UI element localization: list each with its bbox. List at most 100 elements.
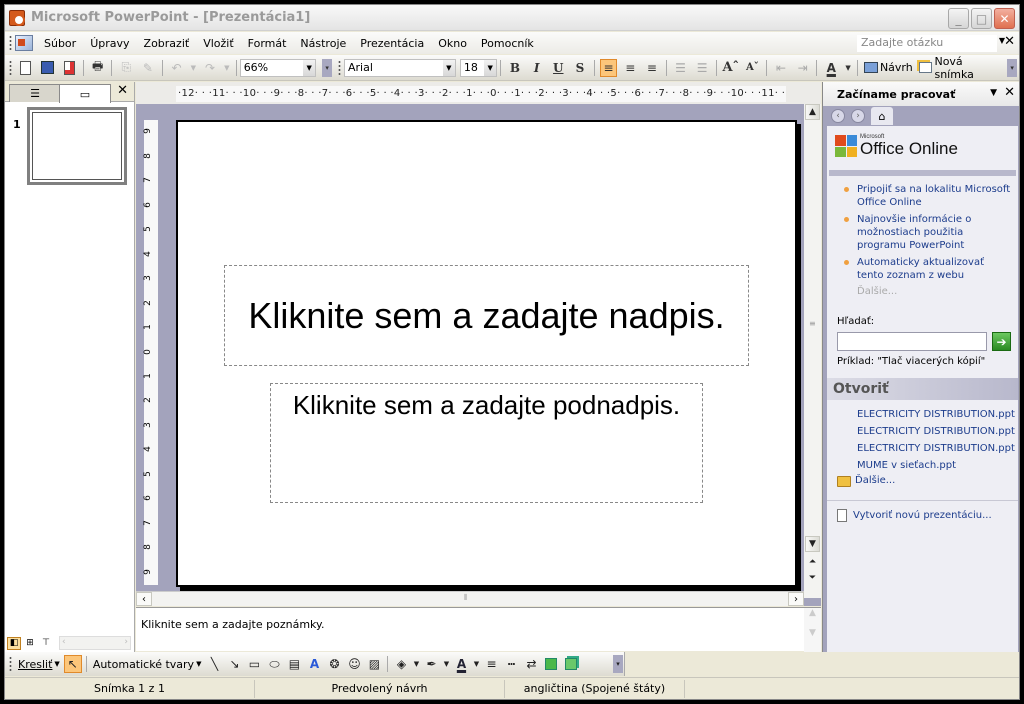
search-go-button[interactable]: ➔ — [992, 332, 1011, 351]
toolbar-grip[interactable] — [9, 35, 12, 51]
font-combo[interactable]: Arial ▼ — [343, 58, 456, 77]
select-objects-icon[interactable]: ↖ — [63, 655, 82, 673]
scroll-thumb-grip-icon[interactable]: ≡ — [809, 319, 816, 328]
align-center-icon[interactable]: ≡ — [621, 59, 639, 77]
increase-indent-icon[interactable]: ⇥ — [794, 59, 812, 77]
font-size-combo[interactable]: 18 ▼ — [459, 58, 498, 77]
scroll-right-button[interactable]: › — [788, 592, 804, 606]
scroll-left-button[interactable]: ‹ — [136, 592, 152, 606]
recent-file-item[interactable]: ELECTRICITY DISTRIBUTION.ppt — [827, 423, 1018, 440]
fill-color-dropdown-icon[interactable]: ▼ — [412, 655, 420, 673]
autoshapes-menu-button[interactable]: Automatické tvary ▼ — [90, 658, 205, 671]
draw-menu-button[interactable]: Kresliť ▼ — [15, 658, 63, 671]
status-design[interactable]: Predvolený návrh — [255, 679, 505, 698]
bullets-icon[interactable]: ☰ — [693, 59, 711, 77]
redo-icon[interactable]: ↷ — [201, 59, 219, 77]
subtitle-placeholder[interactable]: Kliknite sem a zadajte podnadpis. — [270, 383, 703, 503]
search-input[interactable] — [837, 332, 987, 351]
permission-icon[interactable] — [60, 59, 78, 77]
decrease-indent-icon[interactable]: ⇤ — [772, 59, 790, 77]
document-icon[interactable] — [15, 35, 33, 51]
minimize-button[interactable]: _ — [948, 8, 969, 29]
recent-file-item[interactable]: ELECTRICITY DISTRIBUTION.ppt — [827, 440, 1018, 457]
slide-sorter-view-icon[interactable]: ⊞ — [23, 636, 37, 650]
shadow-button[interactable]: S — [571, 59, 589, 77]
chevron-down-icon[interactable]: ▼ — [303, 59, 316, 76]
undo-icon[interactable]: ↶ — [168, 59, 186, 77]
save-icon[interactable] — [39, 59, 57, 77]
line-icon[interactable]: ╲ — [205, 655, 223, 673]
shadow-style-icon[interactable] — [542, 655, 560, 673]
toolbar-grip[interactable] — [9, 656, 12, 672]
align-right-icon[interactable]: ≡ — [643, 59, 661, 77]
close-pane-button[interactable]: ✕ — [117, 83, 128, 98]
horizontal-ruler[interactable]: ·12· · ·11· · ·10· · ·9· · ·8· · ·7· · ·… — [176, 86, 786, 102]
maximize-button[interactable]: □ — [971, 8, 992, 29]
zoom-combo[interactable]: 66% ▼ — [239, 58, 317, 77]
ask-question-input[interactable]: Zadajte otázku — [857, 35, 997, 52]
new-slide-button[interactable]: Nová snímka — [916, 55, 1007, 81]
tab-outline[interactable]: ☰ — [9, 84, 61, 102]
arrow-style-icon[interactable]: ⇄ — [522, 655, 540, 673]
menu-edit[interactable]: Úpravy — [83, 37, 136, 50]
forward-icon[interactable]: › — [851, 109, 865, 123]
menu-window[interactable]: Okno — [431, 37, 474, 50]
3d-style-icon[interactable] — [562, 655, 580, 673]
next-slide-button[interactable]: ⏷ — [805, 570, 820, 586]
redo-dropdown-icon[interactable]: ▼ — [223, 59, 231, 77]
scroll-up-button[interactable]: ▲ — [805, 104, 820, 120]
recent-file-item[interactable]: ELECTRICITY DISTRIBUTION.ppt — [827, 406, 1018, 423]
text-box-icon[interactable]: ▤ — [285, 655, 303, 673]
chevron-down-icon[interactable]: ▼ — [484, 59, 497, 76]
slide-canvas[interactable]: Kliknite sem a zadajte nadpis. Kliknite … — [176, 120, 797, 587]
print-icon[interactable]: 🖶 — [89, 59, 107, 77]
new-document-icon[interactable] — [17, 59, 35, 77]
menu-insert[interactable]: Vložiť — [196, 37, 240, 50]
close-task-pane-button[interactable]: ✕ — [1004, 85, 1015, 100]
more-link[interactable]: Ďalšie... — [837, 286, 1012, 297]
new-presentation-link[interactable]: Vytvoriť novú prezentáciu... — [827, 500, 1018, 522]
font-color-dropdown-icon[interactable]: ▼ — [472, 655, 480, 673]
menu-slideshow[interactable]: Prezentácia — [353, 37, 431, 50]
line-color-dropdown-icon[interactable]: ▼ — [442, 655, 450, 673]
home-icon[interactable]: ⌂ — [871, 107, 893, 125]
toolbar-grip[interactable] — [9, 59, 12, 76]
design-button[interactable]: Návrh — [861, 61, 916, 74]
font-color-dropdown-icon[interactable]: ▼ — [844, 59, 852, 77]
task-pane-menu-icon[interactable]: ▼ — [990, 88, 997, 98]
vertical-scrollbar[interactable]: ▲ ≡ ▼ ⏶ ⏷ — [804, 104, 821, 598]
toolbar-options-icon[interactable]: ▾ — [1007, 58, 1017, 77]
previous-slide-button[interactable]: ⏶ — [805, 554, 820, 570]
notes-scrollbar[interactable]: ▲ ▼ — [804, 608, 821, 652]
picture-icon[interactable]: ▨ — [365, 655, 383, 673]
back-icon[interactable]: ‹ — [831, 109, 845, 123]
menu-tools[interactable]: Nástroje — [293, 37, 353, 50]
font-color-icon[interactable]: A — [822, 59, 840, 77]
numbering-icon[interactable]: ☰ — [672, 59, 690, 77]
wordart-icon[interactable]: A — [305, 655, 323, 673]
open-more-link[interactable]: Ďalšie... — [827, 474, 1018, 488]
link-connect-office-online[interactable]: Pripojiť sa na lokalitu Microsoft Office… — [837, 183, 1012, 209]
menu-help[interactable]: Pomocník — [474, 37, 541, 50]
arrow-icon[interactable]: ↘ — [225, 655, 243, 673]
close-window-button[interactable]: ✕ — [994, 8, 1015, 29]
diagram-icon[interactable]: ❂ — [325, 655, 343, 673]
link-auto-update[interactable]: Automaticky aktualizovať tento zoznam z … — [837, 256, 1012, 282]
horizontal-scrollbar[interactable]: ‹ ⦀ › — [136, 591, 804, 606]
title-placeholder[interactable]: Kliknite sem a zadajte nadpis. — [224, 265, 749, 366]
slideshow-view-icon[interactable]: ⊤ — [39, 636, 53, 650]
menu-view[interactable]: Zobraziť — [137, 37, 197, 50]
decrease-font-size-icon[interactable]: Aˇ — [744, 59, 762, 77]
font-color-icon[interactable]: A — [452, 655, 470, 673]
slide-thumbnail[interactable] — [26, 106, 128, 186]
toolbar-options-icon[interactable]: ▾ — [613, 655, 623, 673]
underline-button[interactable]: U — [549, 59, 567, 77]
rectangle-icon[interactable]: ▭ — [245, 655, 263, 673]
recent-file-item[interactable]: MUME v sieťach.ppt — [827, 457, 1018, 474]
notes-pane[interactable]: Kliknite sem a zadajte poznámky. ▲ ▼ — [136, 607, 821, 652]
undo-dropdown-icon[interactable]: ▼ — [189, 59, 197, 77]
bold-button[interactable]: B — [506, 59, 524, 77]
dash-style-icon[interactable]: ┅ — [502, 655, 520, 673]
close-document-button[interactable]: ✕ — [1004, 34, 1015, 49]
pane-horizontal-scrollbar[interactable]: ‹ › — [59, 636, 131, 650]
